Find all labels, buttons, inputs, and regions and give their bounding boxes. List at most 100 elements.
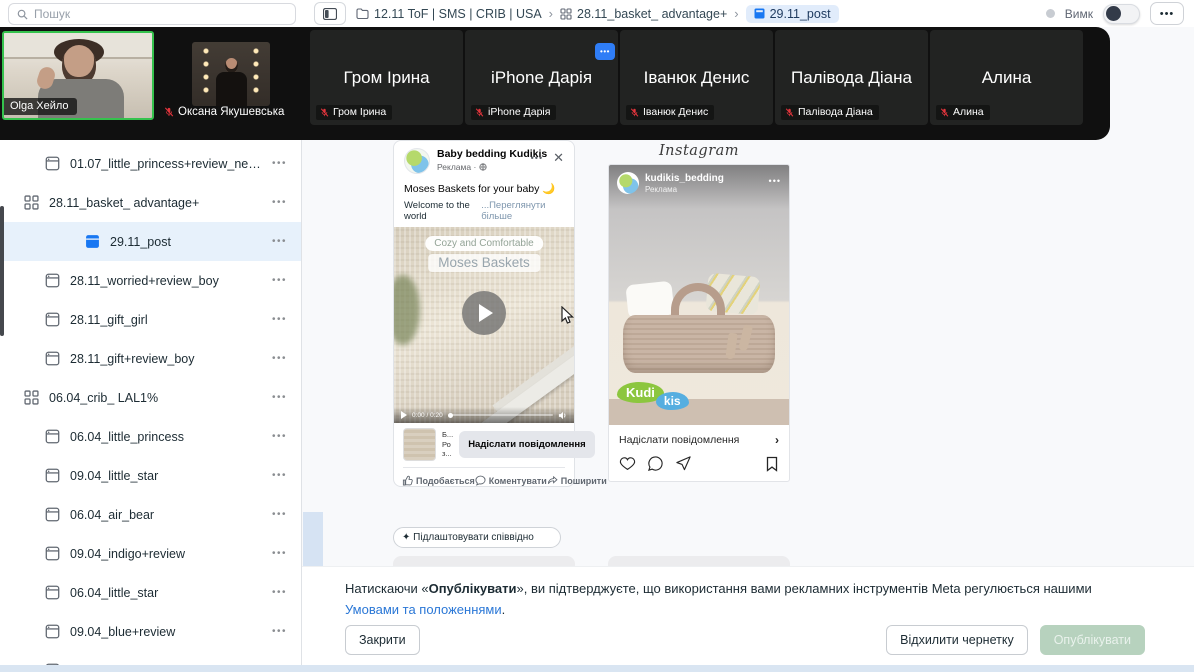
see-more-link[interactable]: ...Переглянути більше — [481, 200, 564, 222]
item-more-options[interactable]: ••• — [272, 626, 287, 637]
instagram-ad-preview: Instagram kudikis_bedding Реклама ••• K — [608, 140, 790, 482]
page-avatar — [404, 148, 430, 174]
ig-ad-image[interactable]: kudikis_bedding Реклама ••• Kudikis — [609, 165, 789, 425]
ig-menu-button[interactable]: ••• — [769, 172, 781, 209]
play-icon[interactable] — [401, 411, 407, 419]
comment-button[interactable]: Коментувати — [475, 475, 547, 486]
campaign-grid-icon — [24, 195, 39, 210]
participant-name: Іванюк Денис — [620, 68, 773, 88]
publish-button[interactable]: Опублікувати — [1040, 625, 1145, 655]
breadcrumb-campaign[interactable]: 28.11_basket_ advantage+ — [560, 7, 727, 21]
heart-icon[interactable] — [619, 455, 636, 472]
sidebar-item[interactable]: 29.11_post ••• — [0, 222, 301, 261]
ad-secondary-text: Welcome to the world — [404, 200, 481, 222]
participant-menu-button[interactable]: ••• — [595, 43, 615, 60]
ig-handle[interactable]: kudikis_bedding — [645, 172, 724, 185]
bookmark-icon[interactable] — [765, 456, 779, 472]
adset-page-icon — [45, 624, 60, 639]
close-button[interactable]: Закрити — [345, 625, 420, 655]
sidebar-item-label: 29.11_post — [110, 235, 264, 249]
item-more-options[interactable]: ••• — [272, 236, 287, 247]
like-button[interactable]: Подобається — [402, 475, 475, 486]
participant-tile[interactable]: ••• Іванюк Денис Іванюк Денис — [620, 30, 773, 125]
campaign-tree-sidebar: 01.07_little_princess+review_new ... •••… — [0, 140, 302, 672]
mic-muted-icon — [785, 108, 794, 117]
legal-disclaimer: Натискаючи «Опублікувати», ви підтверджу… — [345, 579, 1123, 621]
participant-label-text: iPhone Дарія — [488, 106, 550, 118]
discard-draft-button[interactable]: Відхилити чернетку — [886, 625, 1028, 655]
sidebar-item[interactable]: 09.04_little_star ••• — [0, 456, 301, 495]
participant-tile[interactable]: ••• Палівода Діана Палівода Діана — [775, 30, 928, 125]
item-more-options[interactable]: ••• — [272, 392, 287, 403]
ig-post-header: kudikis_bedding Реклама ••• — [609, 165, 789, 209]
participant-tile[interactable]: ••• Алина Алина — [930, 30, 1083, 125]
active-speaker-name: Olga Хейло — [4, 98, 77, 115]
participant-video-label: Оксана Якушевська — [164, 106, 284, 118]
sidebar-item[interactable]: 01.07_little_princess+review_new ... ••• — [0, 144, 301, 183]
video-call-strip: Olga Хейло Оксана Якушевська ••• Гром Ір… — [0, 27, 1110, 140]
item-more-options[interactable]: ••• — [272, 275, 287, 286]
item-more-options[interactable]: ••• — [272, 431, 287, 442]
comment-icon[interactable] — [647, 455, 664, 472]
adset-page-icon — [45, 507, 60, 522]
sidebar-item-label: 06.04_air_bear — [70, 508, 264, 522]
play-button[interactable] — [462, 291, 506, 335]
search-icon — [17, 9, 28, 20]
participant-tile[interactable]: ••• Гром Ірина Гром Ірина — [310, 30, 463, 125]
active-speaker-tile[interactable]: Olga Хейло — [2, 31, 154, 120]
item-more-options[interactable]: ••• — [272, 353, 287, 364]
sidebar-item[interactable]: 28.11_gift_girl ••• — [0, 300, 301, 339]
item-more-options[interactable]: ••• — [272, 470, 287, 481]
sidebar-scrollbar[interactable] — [0, 206, 4, 336]
ad-video-preview[interactable]: Cozy and Comfortable Moses Baskets 0:00 … — [394, 227, 574, 423]
sidebar-item[interactable]: 06.04_little_star ••• — [0, 573, 301, 612]
video-overlay-text-1: Cozy and Comfortable — [425, 236, 543, 251]
sidebar-item[interactable]: 28.11_basket_ advantage+ ••• — [0, 183, 301, 222]
item-more-options[interactable]: ••• — [272, 158, 287, 169]
item-more-options[interactable]: ••• — [272, 314, 287, 325]
sidebar-item-label: 09.04_little_star — [70, 469, 264, 483]
ig-actions-row — [609, 451, 789, 481]
topbar-right-controls: Вимк ••• — [1046, 0, 1184, 27]
item-more-options[interactable]: ••• — [272, 509, 287, 520]
volume-icon[interactable] — [558, 411, 567, 420]
item-more-options[interactable]: ••• — [272, 197, 287, 208]
mic-muted-icon — [475, 108, 484, 117]
publish-footer: Натискаючи «Опублікувати», ви підтверджу… — [302, 566, 1194, 672]
video-controls[interactable]: 0:00 / 0:20 — [394, 407, 574, 423]
collapse-sidebar-button[interactable] — [314, 2, 346, 25]
close-icon[interactable]: ✕ — [553, 150, 564, 166]
sidebar-item[interactable]: 28.11_gift+review_boy ••• — [0, 339, 301, 378]
share-icon[interactable] — [675, 455, 692, 472]
item-more-options[interactable]: ••• — [272, 548, 287, 559]
post-menu-button[interactable]: ••• — [531, 153, 543, 163]
send-message-button[interactable]: Надіслати повідомлення — [459, 431, 595, 458]
breadcrumb-campaign-group[interactable]: 12.11 ToF | SMS | CRIB | USA — [356, 7, 542, 21]
mic-muted-icon — [164, 107, 174, 117]
participant-label-text: Гром Ірина — [333, 106, 386, 118]
sidebar-item[interactable]: 06.04_little_princess ••• — [0, 417, 301, 456]
search-input[interactable]: Пошук — [8, 3, 296, 25]
ig-cta-row[interactable]: Надіслати повідомлення › — [609, 425, 789, 451]
sidebar-item[interactable]: 06.04_air_bear ••• — [0, 495, 301, 534]
sidebar-item[interactable]: 28.11_worried+review_boy ••• — [0, 261, 301, 300]
sidebar-item[interactable]: 09.04_indigo+review ••• — [0, 534, 301, 573]
share-button[interactable]: Поширити — [547, 475, 607, 486]
participant-tile[interactable]: ••• iPhone Дарія iPhone Дарія — [465, 30, 618, 125]
off-toggle[interactable] — [1103, 4, 1140, 24]
sidebar-item[interactable]: 09.04_blue+review ••• — [0, 612, 301, 651]
adset-page-icon — [45, 351, 60, 366]
video-progress-bar[interactable] — [448, 414, 553, 416]
fb-actions-row: Подобається Коментувати Поширити — [394, 468, 574, 493]
sidebar-item[interactable]: 06.04_crib_ LAL1% ••• — [0, 378, 301, 417]
more-options-button[interactable]: ••• — [1150, 2, 1184, 25]
campaign-tree: 01.07_little_princess+review_new ... •••… — [0, 140, 301, 672]
participant-video-tile[interactable] — [192, 42, 270, 106]
participant-tiles: ••• Гром Ірина Гром Ірина ••• iPhone Дар… — [310, 30, 1083, 125]
item-more-options[interactable]: ••• — [272, 587, 287, 598]
terms-link[interactable]: Умовами та положеннями — [345, 602, 502, 617]
adjust-ratio-pill[interactable]: ✦ Підлаштовувати співвідно — [393, 527, 561, 548]
breadcrumb-ad-selected[interactable]: 29.11_post — [746, 5, 839, 23]
mic-muted-icon — [320, 108, 329, 117]
toggle-label: Вимк — [1065, 7, 1093, 21]
